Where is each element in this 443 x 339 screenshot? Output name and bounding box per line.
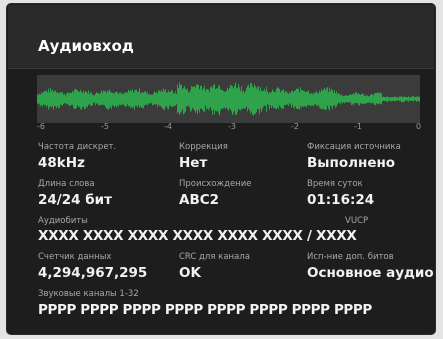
audio-channels-value: PPPP PPPP PPPP PPPP PPPP PPPP PPPP PPPP [38, 302, 372, 318]
audio-bits-label: Аудиобиты [38, 216, 88, 226]
vucp-label: VUCP [345, 216, 369, 226]
scale-label: -4 [164, 122, 172, 131]
source-lock-label: Фиксация источника [307, 142, 401, 152]
scale-label: -5 [101, 122, 109, 131]
source-lock-value: Выполнено [307, 155, 396, 171]
aux-bits-value: Основное аудио [307, 265, 434, 281]
correction-label: Коррекция [179, 142, 228, 152]
audio-bits-value: XXXX XXXX XXXX XXXX XXXX XXXX / XXXX [38, 228, 357, 244]
word-length-value: 24/24 бит [38, 192, 112, 208]
audio-channels-label: Звуковые каналы 1-32 [38, 289, 139, 299]
data-counter-label: Счетчик данных [38, 252, 112, 262]
scale-label: -3 [228, 122, 236, 131]
scale-label: 0 [416, 122, 422, 131]
origin-value: ABC2 [179, 192, 220, 208]
time-of-day-value: 01:16:24 [307, 192, 375, 208]
sample-rate-value: 48kHz [38, 155, 85, 171]
word-length-label: Длина слова [38, 179, 95, 189]
aux-bits-label: Исп-ние доп. битов [307, 252, 394, 262]
sample-rate-label: Частота дискрет. [38, 142, 117, 152]
panel-title: Аудиовход [38, 37, 134, 55]
scale-label: -6 [37, 122, 45, 131]
waveform-graph [37, 82, 420, 116]
origin-label: Происхождение [179, 179, 252, 189]
data-counter-value: 4,294,967,295 [38, 265, 148, 281]
correction-value: Нет [179, 155, 208, 171]
time-of-day-label: Время суток [307, 179, 363, 189]
waveform-trace [37, 82, 420, 116]
channel-crc-value: OK [179, 265, 201, 281]
channel-crc-label: CRC для канала [179, 252, 250, 262]
scale-label: -2 [291, 122, 299, 131]
audio-input-panel: Аудиовход -6 -5 -4 -3 -2 -1 0 Частота ди… [6, 3, 436, 335]
scale-label: -1 [354, 122, 362, 131]
audio-waveform-display [37, 75, 420, 123]
